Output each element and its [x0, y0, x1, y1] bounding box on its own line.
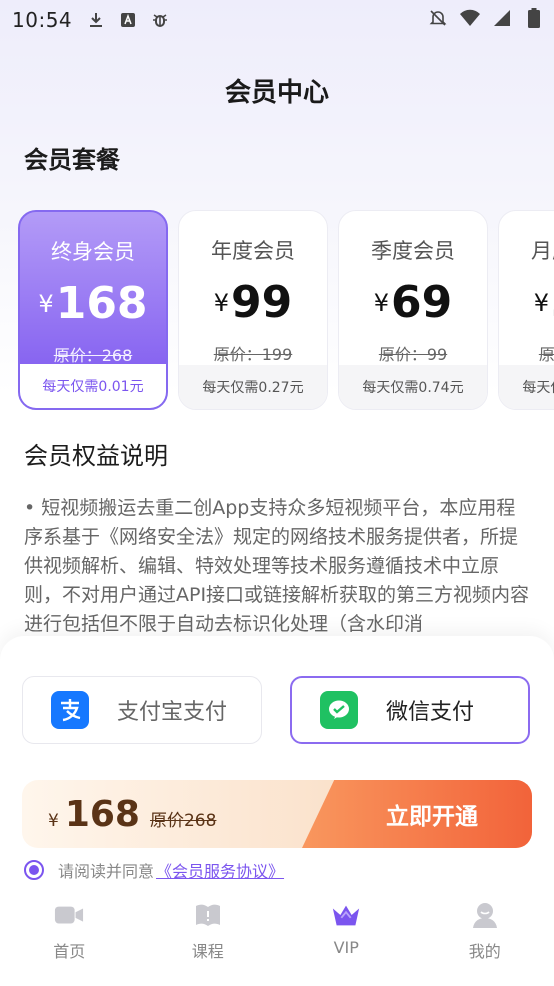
tab-label: VIP: [333, 938, 359, 957]
tab-course[interactable]: 课程: [139, 900, 278, 980]
wechat-pay-option[interactable]: 微信支付: [290, 676, 530, 744]
alipay-label: 支付宝支付: [117, 700, 228, 725]
plans-section-title: 会员套餐: [24, 146, 120, 174]
benefits-title: 会员权益说明: [24, 442, 168, 470]
tab-vip[interactable]: VIP: [277, 900, 416, 980]
video-icon: [54, 900, 84, 930]
alipay-option[interactable]: 支付宝支付: [22, 676, 262, 744]
download-icon: [86, 10, 106, 30]
tab-mine[interactable]: 我的: [416, 900, 554, 980]
plan-price: ¥168: [38, 278, 148, 329]
agreement-row: 请阅读并同意 《会员服务协议》: [24, 858, 284, 882]
activate-now-button[interactable]: 立即开通: [302, 780, 532, 848]
purchase-bar: ¥ 168 原价268 立即开通: [22, 780, 532, 848]
plan-daily-price: 每天仅需0.74元: [339, 365, 487, 409]
purchase-original-price: 原价268: [149, 811, 217, 831]
plan-name: 终身会员: [51, 240, 135, 264]
bug-icon: [150, 10, 170, 30]
status-time: 10:54: [12, 8, 73, 32]
plan-name: 季度会员: [371, 239, 455, 263]
benefits-description: • 短视频搬运去重二创App支持众多短视频平台，本应用程序系基于《网络安全法》规…: [24, 497, 530, 632]
wechat-pay-icon: [320, 691, 358, 729]
notifications-off-icon: [428, 8, 448, 28]
plan-original-price: 原价：59: [538, 345, 554, 364]
battery-icon: [524, 8, 544, 28]
tab-label: 我的: [468, 942, 501, 961]
tab-home[interactable]: 首页: [0, 900, 139, 980]
plan-name: 月度会员: [531, 239, 554, 263]
bottom-tab-bar: 首页 课程 VIP 我的: [0, 900, 554, 980]
plan-card-annual[interactable]: 年度会员 ¥99 原价：199 每天仅需0.27元: [178, 210, 328, 410]
plan-price: ¥39: [533, 277, 554, 328]
tab-label: 课程: [191, 942, 224, 961]
user-icon: [470, 900, 500, 930]
font-a-icon: [118, 10, 138, 30]
agreement-link[interactable]: 《会员服务协议》: [156, 858, 284, 882]
agreement-radio[interactable]: [24, 860, 44, 880]
purchase-price: ¥ 168 原价268: [48, 794, 217, 835]
wifi-icon: [460, 8, 480, 28]
plan-card-lifetime[interactable]: 终身会员 ¥168 原价：268 每天仅需0.01元: [18, 210, 168, 410]
plan-original-price: 原价：268: [53, 346, 133, 365]
alipay-icon: [51, 691, 89, 729]
plan-list: 终身会员 ¥168 原价：268 每天仅需0.01元 年度会员 ¥99 原价：1…: [18, 210, 554, 410]
tab-label: 首页: [53, 942, 86, 961]
agreement-prefix: 请阅读并同意: [58, 862, 155, 881]
signal-icon: [492, 8, 512, 28]
plan-daily-price: 每天仅需0.27元: [179, 365, 327, 409]
crown-icon: [331, 900, 361, 930]
page-title: 会员中心: [224, 78, 329, 108]
plan-original-price: 原价：199: [213, 345, 293, 364]
book-icon: [193, 900, 223, 930]
plan-daily-price: 每天仅需0.01元: [20, 364, 166, 408]
status-bar: 10:54: [0, 0, 554, 40]
plan-name: 年度会员: [211, 239, 295, 263]
plan-card-monthly[interactable]: 月度会员 ¥39 原价：59 每天仅需1.30元: [498, 210, 554, 410]
plan-price: ¥69: [373, 277, 453, 328]
plan-card-quarterly[interactable]: 季度会员 ¥69 原价：99 每天仅需0.74元: [338, 210, 488, 410]
plan-price: ¥99: [213, 277, 293, 328]
wechat-pay-label: 微信支付: [386, 700, 475, 725]
plan-original-price: 原价：99: [378, 345, 448, 364]
plan-daily-price: 每天仅需1.30元: [499, 365, 554, 409]
